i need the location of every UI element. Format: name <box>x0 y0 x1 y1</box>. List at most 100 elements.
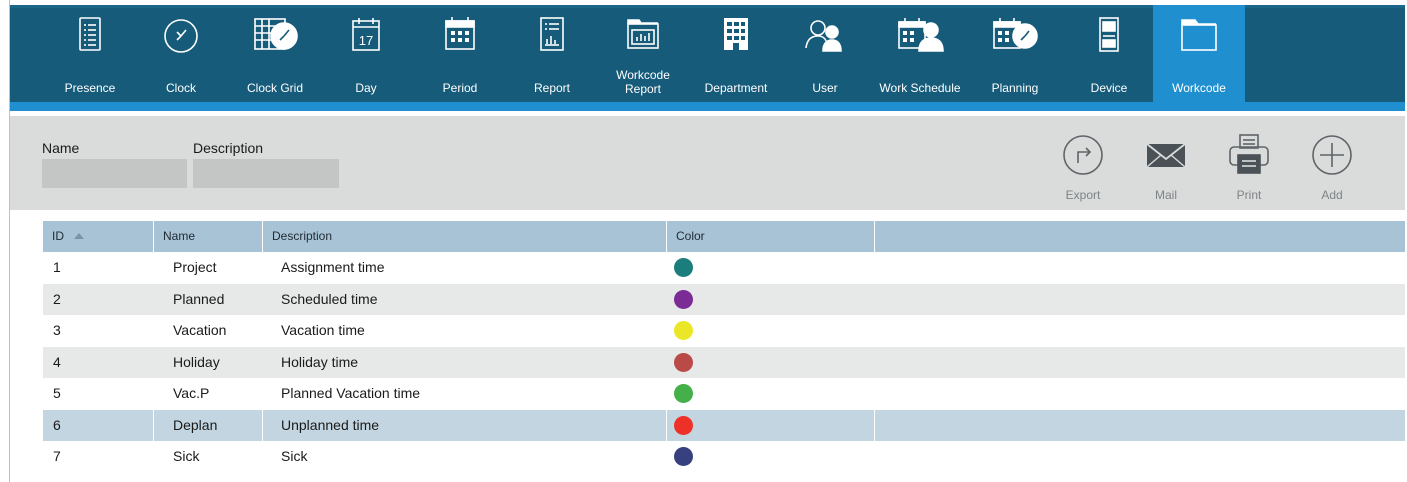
export-label: Export <box>1065 188 1101 202</box>
nav-label: Clock <box>165 81 196 95</box>
nav-label: Presence <box>64 81 116 95</box>
color-swatch <box>674 258 693 277</box>
nav-label: Workcode <box>1172 81 1226 95</box>
mail-button[interactable]: Mail <box>1134 133 1198 203</box>
cell-id: 7 <box>53 448 61 464</box>
app: Presence Clock Clock Grid 17 Day Period … <box>10 0 1405 482</box>
cell-divider <box>874 409 875 441</box>
description-filter-label: Description <box>193 140 264 156</box>
column-header-filler <box>874 221 1405 252</box>
cell-description: Planned Vacation time <box>281 385 421 401</box>
report-icon <box>528 15 576 55</box>
table-row[interactable]: 5 Vac.P Planned Vacation time <box>43 378 1405 410</box>
work-schedule-icon <box>896 15 944 55</box>
filter-toolbar: Name Description Export Mail Print Add <box>10 116 1405 210</box>
table-row[interactable]: 1 Project Assignment time <box>43 252 1405 284</box>
column-header-id[interactable]: ID <box>43 221 153 252</box>
cell-name: Holiday <box>173 353 220 370</box>
nav-label: Report <box>533 81 571 95</box>
nav-label: Period <box>442 81 478 95</box>
color-swatch <box>674 352 693 372</box>
nav-label: Clock Grid <box>246 81 303 95</box>
nav-item-presence[interactable]: Presence <box>55 5 125 102</box>
cell-id: 3 <box>53 322 61 338</box>
print-button[interactable]: Print <box>1217 133 1281 203</box>
table-header-row: ID Name Description Color <box>43 221 1405 252</box>
nav-item-report[interactable]: Report <box>520 5 584 102</box>
nav-item-workcode-report[interactable]: Workcode Report <box>608 5 678 102</box>
nav-label: Work Schedule <box>879 81 961 95</box>
name-filter-input[interactable] <box>42 159 187 188</box>
nav-label: Day <box>355 81 377 95</box>
cell-name: Vac.P <box>173 385 210 401</box>
nav-item-workcode[interactable]: Workcode <box>1153 5 1245 102</box>
cell-id: 2 <box>53 290 61 307</box>
column-header-color[interactable]: Color <box>666 221 874 252</box>
calendar-period-icon <box>436 15 484 55</box>
cell-description: Holiday time <box>281 353 359 370</box>
cell-color <box>666 284 874 316</box>
printer-icon <box>1226 133 1272 177</box>
window-left-edge <box>0 0 10 482</box>
cell-color <box>666 252 874 284</box>
description-filter-input[interactable] <box>193 159 339 188</box>
add-label: Add <box>1321 188 1343 202</box>
column-header-name[interactable]: Name <box>153 221 262 252</box>
export-icon <box>1060 133 1106 177</box>
cell-color <box>666 378 874 410</box>
color-swatch <box>674 415 693 435</box>
mail-label: Mail <box>1154 188 1177 202</box>
color-swatch <box>674 321 693 340</box>
user-icon <box>801 15 849 55</box>
clock-grid-icon <box>251 15 299 55</box>
nav-item-period[interactable]: Period <box>425 5 495 102</box>
cell-color <box>666 441 874 473</box>
cell-id: 4 <box>53 353 61 370</box>
cell-divider <box>153 409 154 441</box>
color-swatch <box>674 384 693 403</box>
table-row[interactable]: 2 Planned Scheduled time <box>43 283 1405 316</box>
cell-name: Sick <box>173 448 200 464</box>
name-filter-label: Name <box>42 140 80 156</box>
table-row[interactable]: 7 Sick Sick <box>43 441 1405 473</box>
add-button[interactable]: Add <box>1300 133 1364 203</box>
nav-item-planning[interactable]: Planning <box>980 5 1050 102</box>
table-row[interactable]: 3 Vacation Vacation time <box>43 315 1405 347</box>
nav-item-work-schedule[interactable]: Work Schedule <box>870 5 970 102</box>
nav-bottom-stripe <box>10 102 1405 111</box>
cell-description: Sick <box>281 448 308 464</box>
cell-id: 1 <box>53 259 61 275</box>
table-row[interactable]: 4 Holiday Holiday time <box>43 346 1405 379</box>
device-icon <box>1085 15 1133 55</box>
nav-item-day[interactable]: 17 Day <box>336 5 396 102</box>
nav-item-device[interactable]: Device <box>1076 5 1142 102</box>
cell-name: Vacation <box>173 322 227 338</box>
cell-description: Vacation time <box>281 322 365 338</box>
nav-item-clock[interactable]: Clock <box>148 5 214 102</box>
mail-icon <box>1143 133 1189 177</box>
cell-description: Unplanned time <box>281 416 380 433</box>
planning-icon <box>991 15 1039 55</box>
cell-name: Planned <box>173 290 225 307</box>
cell-color <box>666 410 874 442</box>
column-header-description[interactable]: Description <box>262 221 666 252</box>
nav-label: Department <box>704 81 768 95</box>
nav-item-department[interactable]: Department <box>696 5 776 102</box>
export-button[interactable]: Export <box>1051 133 1115 203</box>
cell-color <box>666 347 874 379</box>
workcode-report-icon <box>619 15 667 55</box>
color-swatch <box>674 447 693 466</box>
table-row-selected[interactable]: 6 Deplan Unplanned time <box>43 409 1405 442</box>
workcode-folder-icon <box>1175 15 1223 55</box>
nav-label: Device <box>1090 81 1128 95</box>
main-navigation: Presence Clock Clock Grid 17 Day Period … <box>10 5 1405 102</box>
nav-item-user[interactable]: User <box>797 5 853 102</box>
color-swatch <box>674 289 693 309</box>
nav-item-clock-grid[interactable]: Clock Grid <box>235 5 315 102</box>
cell-name: Deplan <box>173 416 218 433</box>
cell-divider <box>666 409 667 441</box>
calendar-day-icon: 17 <box>342 15 390 55</box>
nav-label: Planning <box>991 81 1039 95</box>
cell-description: Assignment time <box>281 259 385 275</box>
department-icon <box>712 15 760 55</box>
